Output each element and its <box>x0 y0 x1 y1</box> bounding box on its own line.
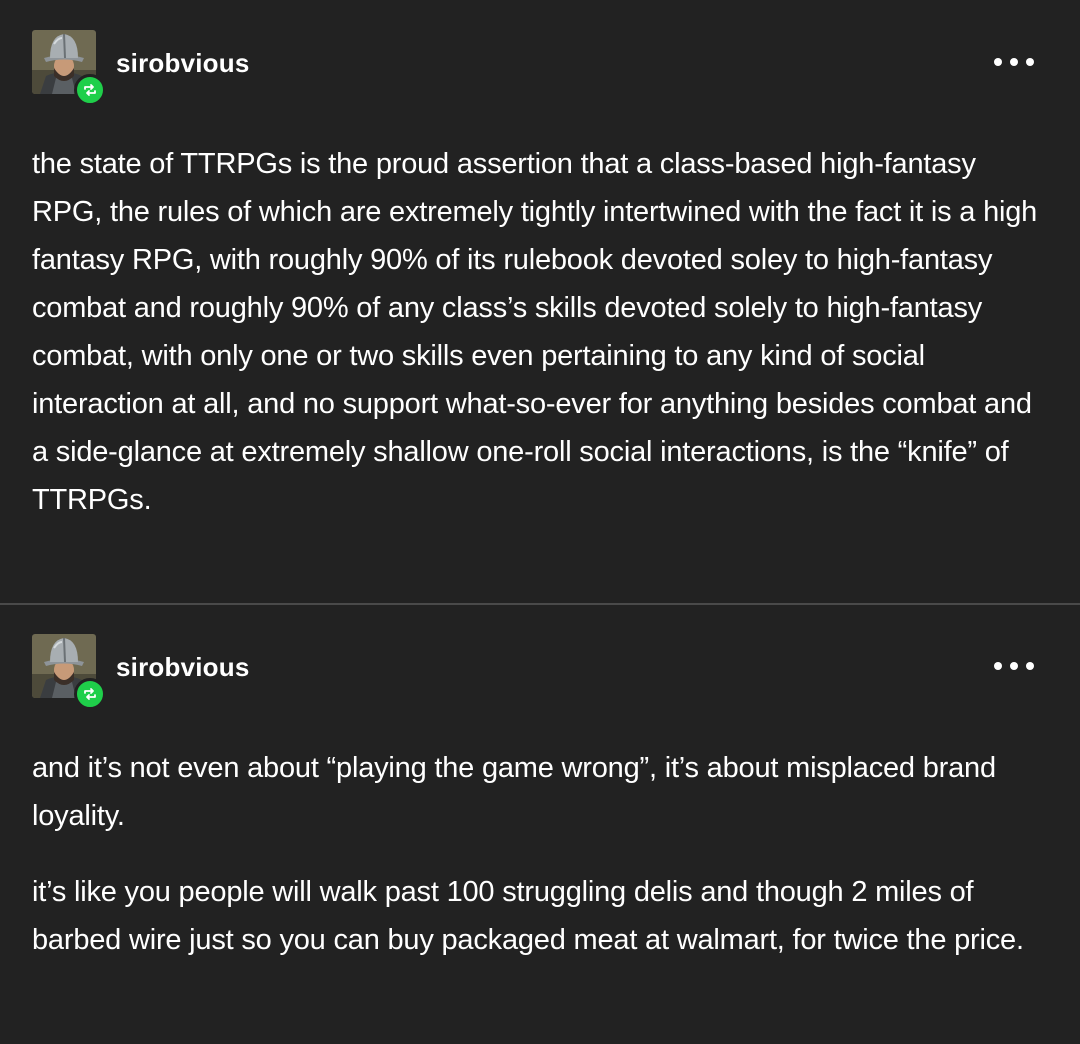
reblog-icon <box>84 84 96 96</box>
username[interactable]: sirobvious <box>116 48 249 79</box>
more-options-icon <box>994 58 1002 66</box>
post-paragraph: and it’s not even about “playing the gam… <box>32 752 996 832</box>
post-2: sirobvious and it’s not even about “play… <box>0 605 1080 1044</box>
post-paragraph: it’s like you people will walk past 100 … <box>32 876 1024 956</box>
post-paragraph: the state of TTRPGs is the proud asserti… <box>32 148 1038 516</box>
reblog-badge <box>74 678 106 710</box>
more-options-dot <box>1010 58 1018 66</box>
post-body: and it’s not even about “playing the gam… <box>32 744 1042 964</box>
post-1: sirobvious the state of TTRPGs is the pr… <box>0 0 1080 603</box>
reblog-icon <box>84 688 96 700</box>
reblog-badge <box>74 74 106 106</box>
username[interactable]: sirobvious <box>116 652 249 683</box>
more-options-dot <box>1026 662 1034 670</box>
more-options-button[interactable] <box>994 656 1034 676</box>
more-options-button[interactable] <box>994 52 1034 72</box>
more-options-dot <box>1010 662 1018 670</box>
more-options-icon <box>994 662 1002 670</box>
more-options-dot <box>1026 58 1034 66</box>
post-body: the state of TTRPGs is the proud asserti… <box>32 140 1042 524</box>
